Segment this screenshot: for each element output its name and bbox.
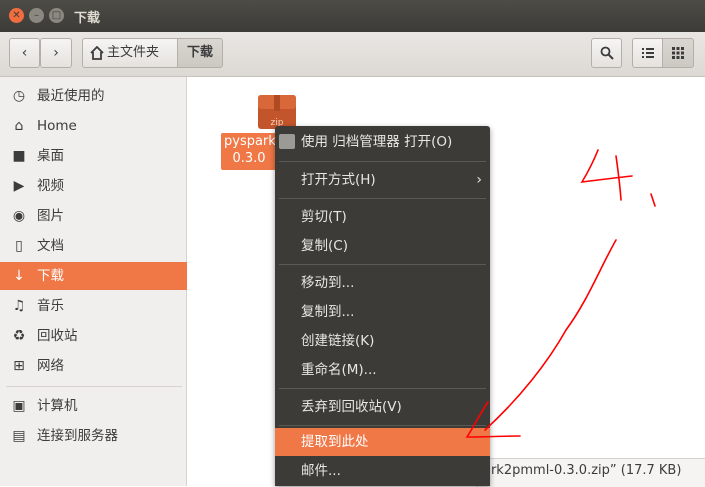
menu-item-label: 提取到此处 [301,434,369,450]
breadcrumb-current[interactable]: 下载 [177,38,223,68]
sidebar-item-connect-server[interactable]: ▤ 连接到服务器 [0,422,187,450]
sidebar-item-documents[interactable]: ▯ 文档 [0,232,187,260]
menu-item-move-to[interactable]: 移动到... [275,269,490,297]
list-view-button[interactable] [632,38,663,68]
menu-item-label: 剪切(T) [301,209,347,225]
sidebar-item-desktop[interactable]: ■ 桌面 [0,142,187,170]
maximize-window-button[interactable]: □ [49,8,64,23]
music-icon: ♫ [12,298,26,314]
submenu-arrow-icon: › [476,172,482,188]
sidebar-item-music[interactable]: ♫ 音乐 [0,292,187,320]
document-icon: ▯ [15,238,23,254]
menu-item-label: 复制到... [301,304,355,320]
menu-item-cut[interactable]: 剪切(T) [275,203,490,231]
window-title: 下载 [74,11,101,26]
breadcrumb-home-label: 主文件夹 [107,45,160,60]
status-text: ark2pmml-0.3.0.zip” (17.7 KB) [483,463,682,478]
desktop-folder-icon: ■ [12,148,26,164]
breadcrumb-home[interactable]: 主文件夹 [82,38,178,68]
menu-item-open-with[interactable]: 打开方式(H) › [275,166,490,194]
menu-item-label: 打开方式(H) [301,172,376,188]
grid-view-button[interactable] [662,38,694,68]
sidebar-item-label: 视频 [37,178,64,194]
forward-icon: › [53,45,59,61]
sidebar-item-label: 回收站 [37,328,78,344]
sidebar-item-label: 图片 [37,208,64,224]
menu-item-label: 重命名(M)... [301,362,377,378]
file-name-line1: pyspark [224,134,276,149]
menu-item-copy[interactable]: 复制(C) [275,232,490,260]
network-icon: ⊞ [13,358,25,374]
forward-button[interactable]: › [40,38,72,68]
sidebar-item-videos[interactable]: ▶ 视频 [0,172,187,200]
sidebar-item-downloads[interactable]: ↓ 下载 [0,262,187,290]
home-icon: ⌂ [14,118,24,134]
recent-icon: ◷ [12,88,26,104]
trash-icon: ♻ [12,328,26,344]
menu-item-label: 使用 归档管理器 打开(O) [301,134,453,150]
sidebar-item-label: 最近使用的 [37,88,105,104]
sidebar-item-label: 连接到服务器 [37,428,118,444]
menu-item-extract-here[interactable]: 提取到此处 [275,428,490,456]
search-button[interactable] [591,38,622,68]
menu-item-label: 丢弃到回收站(V) [301,399,402,415]
sidebar-item-pictures[interactable]: ◉ 图片 [0,202,187,230]
toolbar: ‹ › 主文件夹 下载 [0,32,705,77]
context-menu: 使用 归档管理器 打开(O) 打开方式(H) › 剪切(T) 复制(C) 移动到… [275,126,490,486]
sidebar-item-computer[interactable]: ▣ 计算机 [0,392,187,420]
menu-item-open-with-archive-manager[interactable]: 使用 归档管理器 打开(O) [275,128,490,156]
menu-separator [279,161,486,162]
file-name-label[interactable]: pyspark 0.3.0 [221,133,277,170]
sidebar-item-label: 文档 [37,238,64,254]
sidebar-item-label: 计算机 [37,398,78,414]
sidebar-divider [6,386,182,387]
title-bar: ✕ – □ 下载 [0,0,705,32]
archive-manager-icon [279,134,295,149]
menu-item-email[interactable]: 邮件... [275,457,490,485]
server-icon: ▤ [12,428,26,444]
sidebar-item-network[interactable]: ⊞ 网络 [0,352,187,380]
video-icon: ▶ [13,178,25,194]
menu-item-rename[interactable]: 重命名(M)... [275,356,490,384]
sidebar-item-label: 下载 [37,268,64,284]
sidebar-item-label: 桌面 [37,148,64,164]
sidebar-item-label: 音乐 [37,298,64,314]
minimize-window-button[interactable]: – [29,8,44,23]
list-view-icon [641,48,654,58]
menu-separator [279,198,486,199]
sidebar: ◷ 最近使用的 ⌂ Home ■ 桌面 ▶ 视频 ◉ 图片 ▯ 文档 ↓ 下载 … [0,77,187,486]
menu-separator [279,388,486,389]
sidebar-item-trash[interactable]: ♻ 回收站 [0,322,187,350]
back-button[interactable]: ‹ [9,38,40,68]
menu-item-copy-to[interactable]: 复制到... [275,298,490,326]
home-icon [90,46,104,60]
computer-icon: ▣ [12,398,26,414]
menu-item-label: 创建链接(K) [301,333,375,349]
search-icon [600,46,614,60]
menu-item-create-link[interactable]: 创建链接(K) [275,327,490,355]
menu-separator [279,264,486,265]
sidebar-item-home[interactable]: ⌂ Home [0,112,187,140]
close-window-button[interactable]: ✕ [9,8,24,23]
back-icon: ‹ [21,45,28,61]
menu-item-label: 复制(C) [301,238,348,254]
menu-item-label: 移动到... [301,275,355,291]
menu-item-label: 邮件... [301,463,341,479]
camera-icon: ◉ [12,208,26,224]
file-name-line2: 0.3.0 [232,151,266,166]
grid-view-icon [672,47,684,59]
sidebar-item-label: 网络 [37,358,64,374]
menu-item-move-to-trash[interactable]: 丢弃到回收站(V) [275,393,490,421]
sidebar-item-label: Home [37,118,77,134]
sidebar-item-recent[interactable]: ◷ 最近使用的 [0,82,187,110]
menu-separator [279,425,486,426]
status-bar: ark2pmml-0.3.0.zip” (17.7 KB) [476,458,705,487]
download-icon: ↓ [13,268,25,284]
